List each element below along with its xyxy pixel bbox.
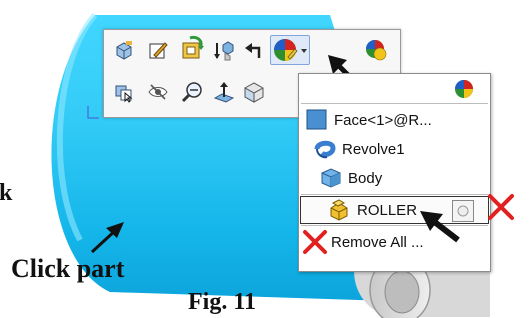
graphics-area[interactable]: Face<1>@R... Revolve1 Body ROLLER Remove… [0, 0, 532, 318]
view-orientation-button[interactable] [240, 78, 268, 106]
edit-part-button[interactable] [110, 36, 138, 64]
part-icon [330, 199, 348, 221]
figure-caption: Fig. 11 [188, 289, 257, 315]
menu-separator [301, 194, 488, 195]
normal-to-button[interactable] [210, 78, 238, 106]
body-cube-icon [321, 168, 341, 188]
menu-item-face[interactable]: Face<1>@R... [299, 106, 490, 134]
chevron-down-icon [301, 49, 307, 53]
menu-item-body[interactable]: Body [299, 164, 490, 192]
hide-icon [148, 84, 168, 100]
hide-button[interactable] [144, 78, 172, 106]
view-orientation-icon [244, 82, 264, 103]
return-button[interactable] [240, 36, 268, 64]
red-x-icon [303, 230, 327, 254]
menu-item-label: Face<1>@R... [334, 111, 432, 129]
select-other-button[interactable] [110, 78, 138, 106]
appearance-sphere-icon [455, 80, 473, 98]
menu-item-label: ROLLER [357, 201, 418, 219]
menu-item-label: Body [348, 169, 383, 187]
cropped-caption-fragment: k [0, 180, 13, 206]
configuration-button[interactable] [178, 34, 206, 62]
remove-appearance-x-icon[interactable] [487, 193, 515, 221]
menu-separator [301, 103, 488, 104]
callout-arrow-roller [420, 211, 460, 243]
face-icon [306, 109, 327, 130]
smart-mate-icon [214, 41, 234, 61]
zoom-to-selection-icon [181, 82, 202, 103]
click-part-caption: Click part [11, 254, 125, 283]
edit-sketch-button[interactable] [144, 36, 172, 64]
configuration-icon [182, 35, 204, 59]
sketch-icon [149, 42, 168, 59]
select-other-icon [115, 85, 133, 103]
zoom-to-selection-button[interactable] [178, 78, 206, 106]
return-arrow-icon [245, 43, 261, 58]
menu-item-revolve[interactable]: Revolve1 [299, 135, 490, 163]
menu-item-label: Revolve1 [342, 140, 405, 158]
appearance-icon [274, 39, 307, 61]
revolve-feature-icon [314, 140, 336, 159]
menu-item-label: Remove All ... [331, 233, 424, 251]
normal-to-icon [213, 82, 235, 103]
smart-mate-button[interactable] [210, 36, 238, 64]
appearance-button[interactable] [270, 35, 310, 65]
menu-header-appearance-icon [453, 78, 475, 105]
edit-part-icon [116, 41, 132, 60]
